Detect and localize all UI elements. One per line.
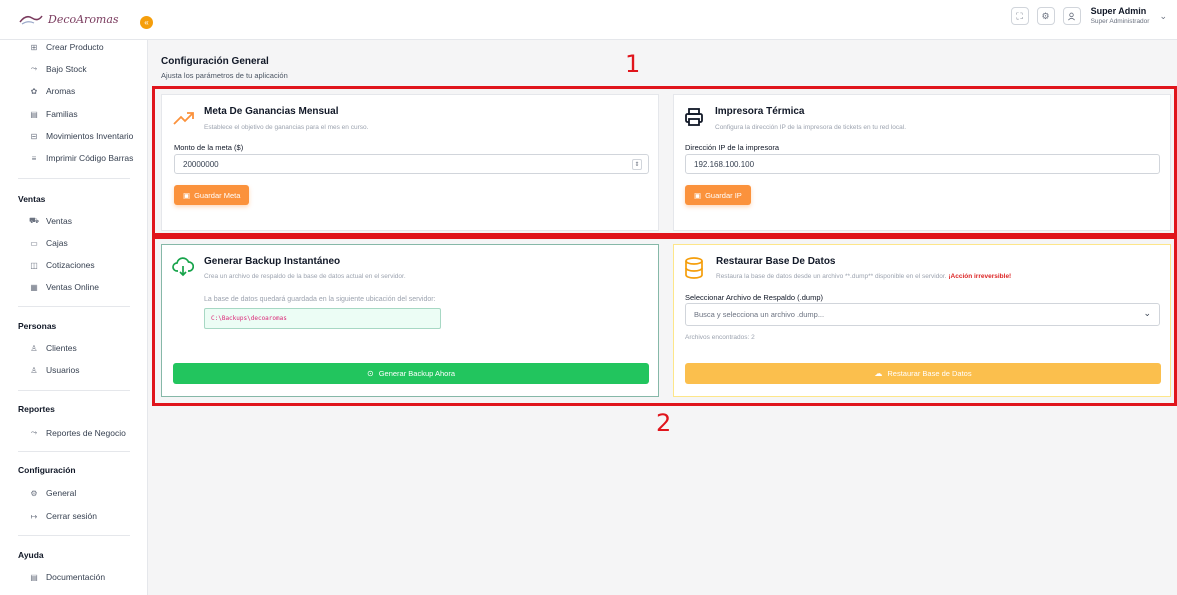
sidebar-item-cotizaciones[interactable]: ◫ Cotizaciones <box>28 258 95 272</box>
calendar-icon: ▦ <box>30 282 38 292</box>
sidebar-item-ventas[interactable]: ⛟ Ventas <box>28 214 72 228</box>
sidebar-item-label: Movimientos Inventario <box>46 131 134 141</box>
barcode-icon: ≡ <box>31 153 37 163</box>
sidebar-item-clientes[interactable]: ♙ Clientes <box>28 341 77 355</box>
gear-icon: ⚙ <box>30 488 38 498</box>
sidebar-item-label: Ventas Online <box>46 282 99 292</box>
sidebar-item-documentacion[interactable]: ▤ Documentación <box>28 570 105 584</box>
sidebar-item-label: Usuarios <box>46 365 80 375</box>
sidebar-item-label: Cajas <box>46 238 68 248</box>
divider <box>18 451 130 452</box>
sidebar-item-crear-producto[interactable]: ⊞ Crear Producto <box>28 40 104 54</box>
sidebar-item-label: Imprimir Código Barras <box>46 153 134 163</box>
logout-icon: ↦ <box>30 511 38 521</box>
sidebar-item-reportes-negocio[interactable]: ⤳ Reportes de Negocio <box>28 426 126 440</box>
sidebar-collapse-button[interactable]: « <box>140 16 153 29</box>
gear-icon[interactable]: ⚙ <box>1036 7 1055 25</box>
annotation-box-1 <box>152 86 1177 236</box>
section-header-ayuda: Ayuda <box>18 550 44 560</box>
sidebar-item-label: Bajo Stock <box>46 64 87 74</box>
sidebar-item-label: Familias <box>46 109 78 119</box>
user-icon: ♙ <box>30 343 38 353</box>
sidebar-item-bajo-stock[interactable]: ⤳ Bajo Stock <box>28 62 87 76</box>
section-header-configuracion: Configuración <box>18 465 76 475</box>
folder-icon: ▤ <box>30 109 38 119</box>
page-title: Configuración General <box>161 56 269 67</box>
top-bar: DecoAromas « ⛶ ⚙ Super Admin Super Admin… <box>0 0 1177 40</box>
divider <box>18 535 130 536</box>
sidebar-item-label: Cerrar sesión <box>46 511 98 521</box>
sidebar-item-label: Reportes de Negocio <box>46 428 126 438</box>
user-name: Super Admin <box>1090 6 1147 16</box>
logo-text: DecoAromas <box>48 13 119 26</box>
divider <box>18 306 130 307</box>
section-header-reportes: Reportes <box>18 404 55 414</box>
sidebar: ⊞ Crear Producto ⤳ Bajo Stock ✿ Aromas ▤ Fam… <box>0 40 148 595</box>
sidebar-item-aromas[interactable]: ✿ Aromas <box>28 84 76 98</box>
sidebar-item-movimientos[interactable]: ⊟ Movimientos Inventario <box>28 129 134 143</box>
divider <box>18 178 130 179</box>
user-avatar-icon[interactable] <box>1062 7 1081 25</box>
sidebar-item-imprimir-codigo[interactable]: ≡ Imprimir Código Barras <box>28 151 134 165</box>
sidebar-item-label: Ventas <box>46 216 72 226</box>
cart-icon: ⛟ <box>28 216 40 225</box>
chart-icon: ⤳ <box>30 428 38 437</box>
fullscreen-icon[interactable]: ⛶ <box>1010 7 1029 25</box>
user-role: Super Administrador <box>1090 18 1150 25</box>
annotation-number-1: 1 <box>625 50 641 78</box>
sidebar-item-label: Crear Producto <box>46 42 104 52</box>
logo-icon <box>19 15 43 25</box>
doc-icon: ▤ <box>30 572 38 582</box>
sidebar-item-cerrar-sesion[interactable]: ↦ Cerrar sesión <box>28 509 97 523</box>
sidebar-item-familias[interactable]: ▤ Familias <box>28 107 78 121</box>
chevron-down-icon[interactable]: ⌄ <box>1159 11 1167 22</box>
sidebar-item-label: General <box>46 488 77 498</box>
sidebar-item-usuarios[interactable]: ♙ Usuarios <box>28 363 80 377</box>
sidebar-item-cajas[interactable]: ▭ Cajas <box>28 236 68 250</box>
sidebar-item-label: Aromas <box>46 86 76 96</box>
section-header-ventas: Ventas <box>18 194 46 204</box>
sidebar-item-general[interactable]: ⚙ General <box>28 486 76 500</box>
cash-icon: ▭ <box>30 238 38 248</box>
user-info[interactable]: Super Admin Super Administrador <box>1091 6 1150 26</box>
flower-icon: ✿ <box>30 86 38 96</box>
annotation-number-2: 2 <box>656 409 672 437</box>
divider <box>18 390 130 391</box>
sidebar-item-label: Cotizaciones <box>46 260 95 270</box>
sidebar-item-ventas-online[interactable]: ▦ Ventas Online <box>28 280 99 294</box>
sidebar-item-label: Clientes <box>46 343 77 353</box>
section-header-personas: Personas <box>18 321 57 331</box>
users-icon: ♙ <box>30 365 38 375</box>
page-subtitle: Ajusta los parámetros de tu aplicación <box>161 71 288 80</box>
document-icon: ◫ <box>30 260 38 270</box>
annotation-box-2 <box>152 236 1177 406</box>
logo[interactable]: DecoAromas <box>0 0 147 40</box>
inbox-icon: ⊟ <box>30 131 38 141</box>
trend-down-icon: ⤳ <box>30 64 38 73</box>
sidebar-item-label: Documentación <box>46 572 106 582</box>
box-icon: ⊞ <box>30 42 38 52</box>
